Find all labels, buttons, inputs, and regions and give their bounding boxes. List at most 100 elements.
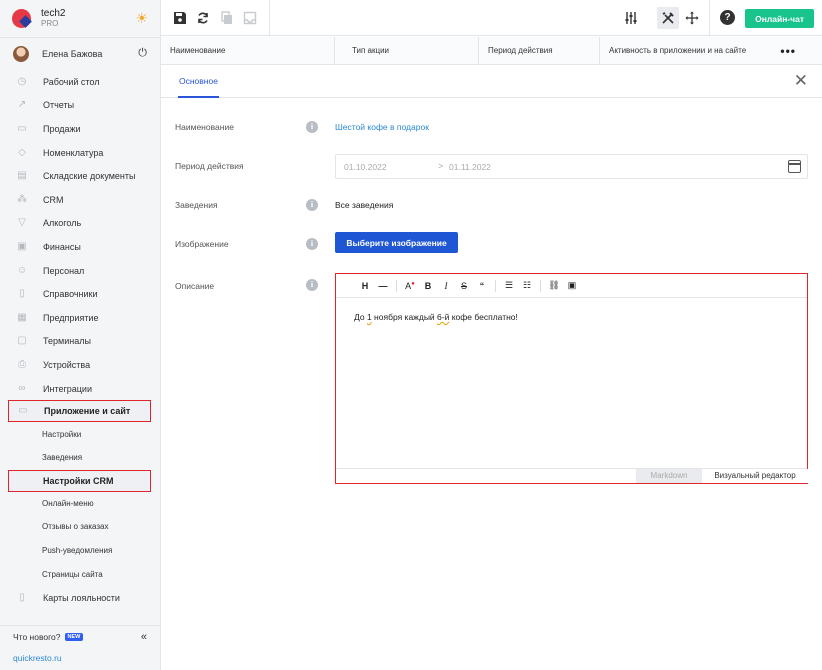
editor-content[interactable]: До 1 ноября каждый 6-й кофе бесплатно!	[336, 298, 807, 322]
reports-icon: ↗	[17, 99, 27, 111]
editor-text: ноября каждый	[371, 312, 438, 322]
visual-mode-tab[interactable]: Визуальный редактор	[702, 469, 808, 483]
sidebar-subitem-crm-settings[interactable]: Настройки CRM	[8, 469, 151, 492]
list-column-header: Наименование Тип акции Период действия А…	[161, 37, 822, 65]
sidebar-item-label: Персонал	[43, 265, 85, 276]
sidebar-item-nomenclature[interactable]: ◇ Номенклатура	[0, 141, 160, 165]
user-row[interactable]: Елена Бажова ⏻	[0, 38, 160, 70]
tab-main[interactable]: Основное	[178, 66, 219, 98]
sidebar-item-label: Устройства	[43, 359, 91, 370]
bold-icon[interactable]: B	[419, 281, 437, 291]
sidebar-item-crm[interactable]: ⁂ CRM	[0, 188, 160, 212]
sidebar-item-enterprise[interactable]: ▦ Предприятие	[0, 306, 160, 330]
sidebar-item-app-site[interactable]: ▭ Приложение и сайт	[8, 400, 151, 423]
toolbar-separator	[540, 279, 541, 292]
column-activity[interactable]: Активность в приложении и на сайте	[600, 37, 770, 65]
printer-icon: ⎙	[18, 358, 26, 370]
sidebar-subitem-venues[interactable]: Заведения	[0, 446, 160, 470]
sidebar-item-references[interactable]: ▯ Справочники	[0, 282, 160, 306]
theme-sun-icon[interactable]: ☀	[135, 11, 148, 25]
save-icon[interactable]	[172, 10, 188, 26]
sidebar-subitem-site-pages[interactable]: Страницы сайта	[0, 562, 160, 586]
description-editor: H — A● B I S “ ☰ ☷ ⛓ ▣ До 1 ноября кажды…	[335, 273, 808, 484]
refresh-icon[interactable]	[195, 10, 211, 26]
logo-row: tech2 PRO ☀	[0, 0, 160, 38]
quote-icon[interactable]: “	[473, 281, 491, 291]
sidebar-item-integrations[interactable]: ∞ Интеграции	[0, 377, 160, 401]
toolbar-separator	[396, 279, 397, 292]
tabs-row: Основное ✕	[161, 66, 822, 98]
numbered-list-icon[interactable]: ☷	[518, 280, 536, 291]
info-icon[interactable]: i	[306, 121, 318, 133]
sidebar-subitem-push[interactable]: Push-уведомления	[0, 539, 160, 563]
copy-icon[interactable]	[219, 10, 235, 26]
sidebar-item-label: Приложение и сайт	[44, 406, 131, 417]
info-icon[interactable]: i	[306, 279, 318, 291]
column-period[interactable]: Период действия	[479, 37, 600, 65]
italic-icon[interactable]: I	[437, 281, 455, 291]
sidebar-item-warehouse[interactable]: ▤ Складские документы	[0, 164, 160, 188]
period-label: Период действия	[175, 161, 244, 171]
site-link[interactable]: quickresto.ru	[0, 648, 160, 669]
image-icon[interactable]: ▣	[563, 280, 581, 291]
sidebar-item-label: Номенклатура	[43, 147, 104, 158]
app-logo	[12, 9, 31, 28]
sidebar-subitem-order-reviews[interactable]: Отзывы о заказах	[0, 515, 160, 539]
sidebar-item-label: Терминалы	[43, 336, 91, 347]
sidebar-subitem-settings[interactable]: Настройки	[0, 422, 160, 446]
sidebar-item-alcohol[interactable]: ▽ Алкоголь	[0, 212, 160, 236]
archive-icon[interactable]	[242, 10, 258, 26]
app-name: tech2	[41, 7, 66, 19]
editor-text: кофе бесплатно!	[449, 312, 518, 322]
horizontal-rule-icon[interactable]: —	[374, 281, 392, 291]
whats-new-link[interactable]: Что нового? NEW «	[0, 626, 160, 648]
sidebar-item-label: Складские документы	[43, 171, 136, 182]
toolbar-divider	[709, 0, 710, 36]
collapse-sidebar-icon[interactable]: «	[141, 631, 147, 643]
sales-icon: ▭	[17, 122, 27, 134]
heading-icon[interactable]: H	[356, 281, 374, 291]
close-icon[interactable]: ✕	[794, 71, 808, 91]
sidebar-item-reports[interactable]: ↗ Отчеты	[0, 94, 160, 118]
sidebar-item-staff[interactable]: ☺ Персонал	[0, 259, 160, 283]
date-to[interactable]: 01.11.2022	[449, 162, 491, 172]
date-range-field[interactable]: 01.10.2022 > 01.11.2022	[335, 154, 808, 179]
calendar-icon[interactable]	[788, 160, 801, 173]
markdown-mode-tab[interactable]: Markdown	[636, 469, 702, 483]
bullet-list-icon[interactable]: ☰	[500, 280, 518, 291]
sidebar-subitem-online-menu[interactable]: Онлайн-меню	[0, 492, 160, 516]
online-chat-button[interactable]: Онлайн-чат	[745, 9, 814, 28]
link-icon[interactable]: ⛓	[545, 280, 563, 291]
more-options-icon[interactable]: •••	[780, 44, 796, 58]
integration-icon: ∞	[18, 382, 26, 394]
power-icon[interactable]: ⏻	[138, 47, 147, 60]
filter-sliders-icon[interactable]	[623, 10, 639, 26]
column-promo-type[interactable]: Тип акции	[343, 37, 479, 65]
enterprise-icon: ▦	[17, 311, 27, 323]
name-value-link[interactable]: Шестой кофе в подарок	[335, 122, 429, 132]
venues-value[interactable]: Все заведения	[335, 200, 393, 210]
column-name[interactable]: Наименование	[161, 37, 335, 65]
choose-image-button[interactable]: Выберите изображение	[335, 232, 458, 253]
terminal-icon: ▢	[17, 335, 27, 347]
move-arrows-icon[interactable]	[684, 10, 700, 26]
sidebar-item-loyalty[interactable]: ▯ Карты лояльности	[0, 586, 160, 610]
sidebar-item-dashboard[interactable]: ◷ Рабочий стол	[0, 70, 160, 94]
help-icon[interactable]: ?	[720, 10, 735, 25]
date-from[interactable]: 01.10.2022	[344, 162, 387, 172]
sidebar-item-devices[interactable]: ⎙ Устройства	[0, 353, 160, 377]
sidebar-item-finance[interactable]: ▣ Финансы	[0, 235, 160, 259]
sidebar-item-label: Рабочий стол	[43, 76, 100, 87]
strikethrough-icon[interactable]: S	[455, 281, 473, 291]
tools-icon[interactable]	[657, 7, 679, 29]
text-color-icon[interactable]: A●	[401, 281, 419, 291]
sidebar-footer: Что нового? NEW « quickresto.ru	[0, 625, 160, 670]
editor-mode-switch: Markdown Визуальный редактор	[636, 469, 808, 483]
book-icon: ▯	[19, 288, 25, 300]
info-icon[interactable]: i	[306, 238, 318, 250]
sidebar-item-sales[interactable]: ▭ Продажи	[0, 117, 160, 141]
tag-icon: ◇	[18, 146, 26, 158]
sidebar-item-label: CRM	[43, 194, 64, 205]
sidebar-item-terminals[interactable]: ▢ Терминалы	[0, 330, 160, 354]
info-icon[interactable]: i	[306, 199, 318, 211]
